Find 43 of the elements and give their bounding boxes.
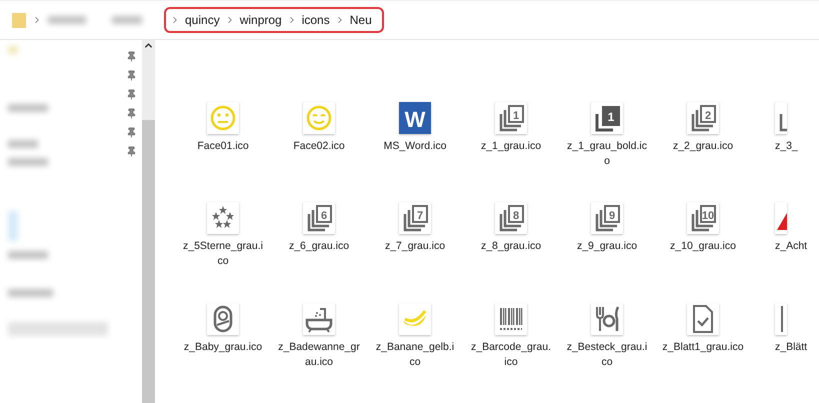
pin-icon[interactable] <box>126 108 138 119</box>
blurred-label <box>8 158 48 166</box>
blurred-label <box>8 251 48 259</box>
file-name[interactable]: z_1_grau_bold.ico <box>566 139 648 169</box>
pin-icon[interactable] <box>126 89 138 100</box>
file-name[interactable]: z_Acht <box>775 239 808 254</box>
file-name[interactable]: z_Blätt <box>775 340 808 355</box>
word-icon[interactable]: W <box>399 102 431 134</box>
blurred-label <box>8 140 38 148</box>
file-name[interactable]: z_5Sterne_grau.ico <box>182 239 264 270</box>
folder-icon <box>12 12 26 28</box>
blurred-crumb <box>48 16 86 24</box>
file-name[interactable]: z_10_grau.ico <box>662 239 744 254</box>
breadcrumb-item[interactable]: icons <box>302 13 330 27</box>
blurred-label <box>8 46 18 54</box>
blurred-label <box>8 289 53 297</box>
pin-icon[interactable] <box>126 127 138 138</box>
file-name[interactable]: z_3_ <box>775 139 798 154</box>
scrollbar[interactable] <box>142 40 155 403</box>
breadcrumb-item[interactable]: Neu <box>350 13 372 27</box>
file-name[interactable]: z_1_grau.ico <box>470 139 552 154</box>
blurred-crumb <box>112 16 142 24</box>
file-name[interactable]: z_Blatt1_grau.ico <box>662 340 744 355</box>
file-name[interactable]: z_Baby_grau.ico <box>182 340 264 355</box>
breadcrumb-item[interactable]: quincy <box>185 13 220 27</box>
pin-icon[interactable] <box>126 146 138 157</box>
blurred-label <box>8 211 18 241</box>
file-name[interactable]: z_7_grau.ico <box>374 239 456 254</box>
file-name[interactable]: z_Besteck_grau.ico <box>566 340 648 370</box>
file-name[interactable]: z_6_grau.ico <box>278 239 360 254</box>
file-name[interactable]: z_9_grau.ico <box>566 239 648 254</box>
file-name[interactable]: z_Badewanne_grau.ico <box>278 340 360 370</box>
file-name[interactable]: z_2_grau.ico <box>662 139 744 154</box>
file-name[interactable]: z_8_grau.ico <box>470 239 552 254</box>
file-name[interactable]: Face01.ico <box>182 139 264 154</box>
file-name[interactable]: Face02.ico <box>278 139 360 154</box>
file-name[interactable]: z_Banane_gelb.ico <box>374 340 456 370</box>
breadcrumb-item[interactable]: winprog <box>240 13 282 27</box>
file-name[interactable]: z_Barcode_grau.ico <box>470 340 552 370</box>
file-name[interactable]: MS_Word.ico <box>374 139 456 154</box>
blurred-label <box>8 104 48 112</box>
pin-icon[interactable] <box>126 51 138 62</box>
pin-icon[interactable] <box>126 70 138 81</box>
